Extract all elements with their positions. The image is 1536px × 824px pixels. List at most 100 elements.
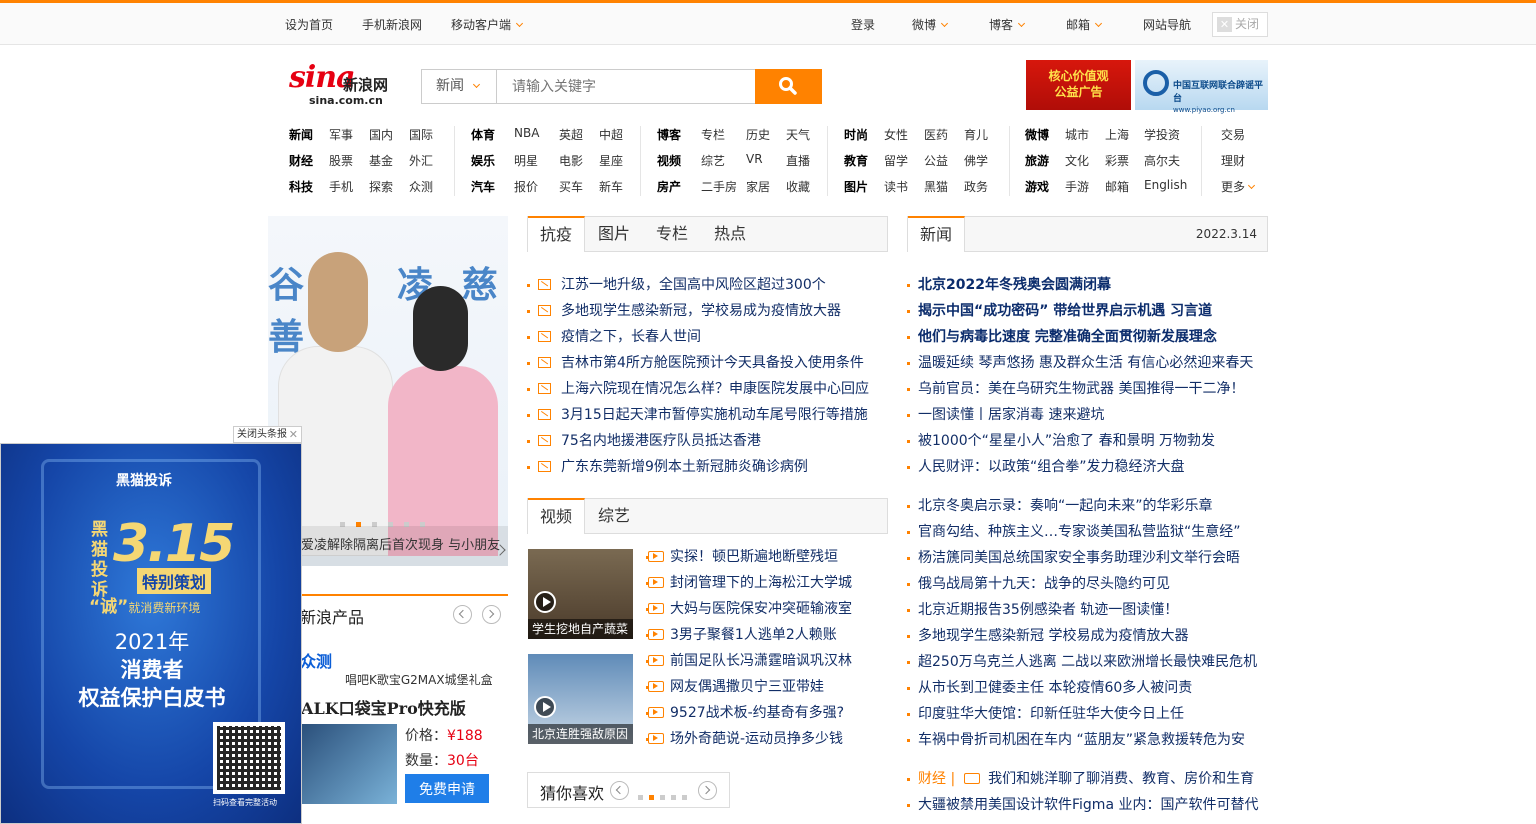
mobile-client-menu[interactable]: 移动客户端 — [451, 16, 524, 33]
guess-dots[interactable] — [638, 789, 693, 803]
search-input[interactable] — [498, 70, 756, 103]
nav-link[interactable]: 中超 — [599, 126, 623, 143]
nav-link[interactable]: 娱乐 — [471, 152, 495, 169]
list-item[interactable]: 北京近期报告35例感染者 轨迹一图读懂！ — [907, 597, 1268, 623]
overlay-ad[interactable]: 黑猫投诉 黑猫投诉 3.15 特别策划 “诚”就消费新环境 2021年 消费者 … — [0, 443, 302, 824]
nav-more-menu[interactable]: 更多 — [1221, 178, 1256, 195]
list-item[interactable]: 俄乌战局第十九天：战争的尽头隐约可见 — [907, 571, 1268, 597]
blog-menu[interactable]: 博客 — [989, 16, 1026, 33]
nav-link[interactable]: 股票 — [329, 152, 353, 169]
list-item[interactable]: 他们与病毒比速度 完整准确全面贯彻新发展理念 — [907, 324, 1268, 350]
mail-menu[interactable]: 邮箱 — [1066, 16, 1103, 33]
nav-link[interactable]: 彩票 — [1105, 152, 1129, 169]
prev-arrow-icon[interactable] — [453, 605, 472, 624]
nav-link[interactable]: 旅游 — [1025, 152, 1049, 169]
list-item[interactable]: 温暖延续 琴声悠扬 惠及群众生活 有信心必然迎来春天 — [907, 350, 1268, 376]
list-item[interactable]: 3男子聚餐1人逃单2人赖账 — [646, 622, 888, 648]
list-item[interactable]: 吉林市第4所方舱医院预计今天具备投入使用条件 — [527, 350, 888, 376]
nav-link[interactable]: 新闻 — [289, 126, 313, 143]
product-image[interactable] — [300, 724, 397, 804]
nav-link[interactable]: 博客 — [657, 126, 681, 143]
piyao-ad[interactable]: 中国互联网联合辟谣平台 www.piyao.org.cn — [1135, 60, 1268, 114]
nav-link[interactable]: 手游 — [1065, 178, 1089, 195]
finance-label[interactable]: 财经 | — [918, 771, 955, 787]
nav-link[interactable]: 众测 — [409, 178, 433, 195]
tab-variety[interactable]: 综艺 — [586, 499, 642, 534]
nav-link[interactable]: 手机 — [329, 178, 353, 195]
weibo-menu[interactable]: 微博 — [912, 16, 949, 33]
tab-columns[interactable]: 专栏 — [644, 217, 700, 252]
nav-link[interactable]: 新车 — [599, 178, 623, 195]
products-promo[interactable]: 唱吧K歌宝G2MAX城堡礼盒 — [345, 671, 493, 688]
login-link[interactable]: 登录 — [851, 16, 875, 33]
nav-link[interactable]: 直播 — [786, 152, 810, 169]
nav-link[interactable]: 汽车 — [471, 178, 495, 195]
list-item[interactable]: 广东东莞新增9例本土新冠肺炎确诊病例 — [527, 454, 888, 480]
nav-link[interactable]: 留学 — [884, 152, 908, 169]
nav-link[interactable]: 英超 — [559, 126, 583, 143]
prev-arrow-icon[interactable] — [610, 781, 629, 800]
list-item[interactable]: 网友偶遇撒贝宁三亚带娃 — [646, 674, 888, 700]
nav-link[interactable]: NBA — [514, 126, 539, 140]
list-item[interactable]: 财经 | 我们和姚洋聊了聊消费、教育、房价和生育 — [907, 766, 1268, 792]
nav-link[interactable]: 历史 — [746, 126, 770, 143]
qr-code[interactable] — [213, 722, 285, 794]
list-item[interactable]: 人民财评：以政策“组合拳”发力稳经济大盘 — [907, 454, 1268, 480]
nav-link[interactable]: 理财 — [1221, 152, 1245, 169]
nav-link[interactable]: 家居 — [746, 178, 770, 195]
nav-link[interactable]: 佛学 — [964, 152, 988, 169]
tab-pictures[interactable]: 图片 — [586, 217, 642, 252]
nav-link[interactable]: 军事 — [329, 126, 353, 143]
video-thumb[interactable]: 学生挖地自产蔬菜 — [528, 549, 633, 639]
list-item[interactable]: 疫情之下，长春人世间 — [527, 324, 888, 350]
nav-link[interactable]: 综艺 — [701, 152, 725, 169]
nav-link[interactable]: 财经 — [289, 152, 313, 169]
list-item[interactable]: 封闭管理下的上海松江大学城 — [646, 570, 888, 596]
list-item[interactable]: 大妈与医院保安冲突砸输液室 — [646, 596, 888, 622]
list-item[interactable]: 3月15日起天津市暂停实施机动车尾号限行等措施 — [527, 402, 888, 428]
nav-link[interactable]: 交易 — [1221, 126, 1245, 143]
nav-link[interactable]: 星座 — [599, 152, 623, 169]
list-item[interactable]: 印度驻华大使馆：印新任驻华大使今日上任 — [907, 701, 1268, 727]
nav-link[interactable]: 国际 — [409, 126, 433, 143]
nav-link[interactable]: 教育 — [844, 152, 868, 169]
product-name[interactable]: TALK口袋宝Pro快充版 — [290, 695, 466, 719]
tab-hot[interactable]: 热点 — [702, 217, 758, 252]
nav-link[interactable]: 邮箱 — [1105, 178, 1129, 195]
list-item[interactable]: 北京冬奥启示录：奏响“一起向未来”的华彩乐章 — [907, 493, 1268, 519]
list-item[interactable]: 江苏一地升级，全国高中风险区超过300个 — [527, 272, 888, 298]
nav-link[interactable]: 文化 — [1065, 152, 1089, 169]
nav-link[interactable]: 探索 — [369, 178, 393, 195]
nav-link[interactable]: 房产 — [657, 178, 681, 195]
next-arrow-icon[interactable] — [698, 781, 717, 800]
nav-link[interactable]: 外汇 — [409, 152, 433, 169]
list-item[interactable]: 9527战术板-约基奇有多强? — [646, 700, 888, 726]
sina-logo[interactable]: sina 新浪网 sina.com.cn — [289, 60, 401, 108]
list-item[interactable]: 多地现学生感染新冠，学校易成为疫情放大器 — [527, 298, 888, 324]
nav-link[interactable]: 学投资 — [1144, 126, 1180, 143]
next-arrow-icon[interactable] — [482, 605, 501, 624]
nav-link[interactable]: 城市 — [1065, 126, 1089, 143]
list-item[interactable]: 一图读懂丨居家消毒 速来避坑 — [907, 402, 1268, 428]
nav-link[interactable]: 医药 — [924, 126, 948, 143]
list-item[interactable]: 大疆被禁用美国设计软件Figma 业内：国产软件可替代 — [907, 792, 1268, 818]
nav-link[interactable]: 公益 — [924, 152, 948, 169]
mobile-sina-link[interactable]: 手机新浪网 — [362, 16, 422, 33]
list-item[interactable]: 上海六院现在情况怎么样？申康医院发展中心回应 — [527, 376, 888, 402]
close-ad-button[interactable]: 关闭头条报 ✕ — [233, 426, 302, 443]
tab-news[interactable]: 新闻 — [908, 216, 966, 252]
carousel-caption[interactable]: 谷爱凌解除隔离后首次现身 与小朋友 — [268, 526, 508, 566]
nav-link[interactable]: 专栏 — [701, 126, 725, 143]
nav-link[interactable]: 女性 — [884, 126, 908, 143]
list-item[interactable]: 多地现学生感染新冠 学校易成为疫情放大器 — [907, 623, 1268, 649]
apply-button[interactable]: 免费申请 — [405, 774, 489, 803]
video-thumb[interactable]: 北京连胜强敌原因 — [528, 654, 633, 744]
list-item[interactable]: 官商勾结、种族主义…专家谈美国私营监狱“生意经” — [907, 519, 1268, 545]
nav-link[interactable]: 育儿 — [964, 126, 988, 143]
finance-news[interactable]: 我们和姚洋聊了聊消费、教育、房价和生育 — [988, 771, 1254, 787]
nav-link[interactable]: 时尚 — [844, 126, 868, 143]
list-item[interactable]: 超250万乌克兰人逃离 二战以来欧洲增长最快难民危机 — [907, 649, 1268, 675]
nav-link[interactable]: 高尔夫 — [1144, 152, 1180, 169]
site-nav-link[interactable]: 网站导航 — [1143, 16, 1191, 33]
nav-link[interactable]: 读书 — [884, 178, 908, 195]
